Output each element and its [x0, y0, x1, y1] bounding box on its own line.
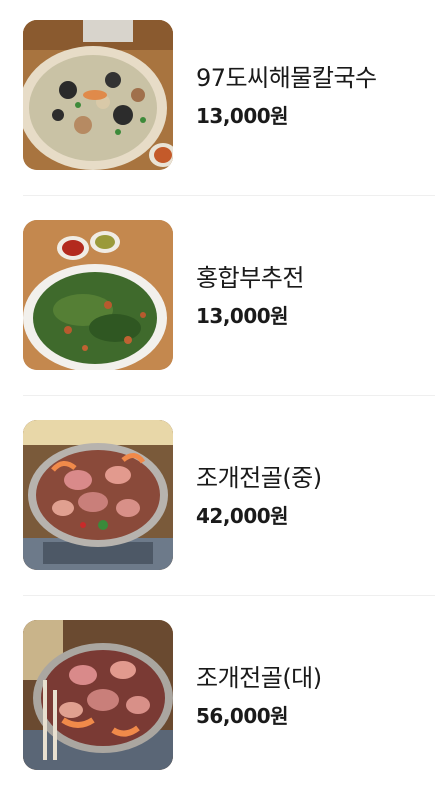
menu-item-photo[interactable] — [23, 420, 173, 570]
menu-list: 97도씨해물칼국수 13,000원 홍합부추전 13,000원 조개전골(중) … — [0, 0, 435, 781]
menu-item-photo[interactable] — [23, 620, 173, 770]
menu-item-clam-hotpot-medium[interactable]: 조개전골(중) 42,000원 — [0, 400, 435, 600]
divider — [23, 595, 435, 596]
menu-item-clam-hotpot-large[interactable]: 조개전골(대) 56,000원 — [0, 600, 435, 800]
menu-item-name: 조개전골(중) — [196, 464, 322, 492]
divider — [23, 195, 435, 196]
menu-item-name: 조개전골(대) — [196, 664, 322, 692]
menu-item-name: 97도씨해물칼국수 — [196, 64, 377, 92]
menu-item-mussel-chive-pancake[interactable]: 홍합부추전 13,000원 — [0, 200, 435, 400]
menu-item-name: 홍합부추전 — [196, 264, 304, 292]
menu-item-price: 13,000원 — [196, 304, 289, 328]
menu-item-price: 56,000원 — [196, 704, 289, 728]
menu-item-photo[interactable] — [23, 20, 173, 170]
menu-item-photo[interactable] — [23, 220, 173, 370]
menu-item-price: 42,000원 — [196, 504, 289, 528]
menu-item-seafood-kalguksu[interactable]: 97도씨해물칼국수 13,000원 — [0, 0, 435, 200]
menu-item-price: 13,000원 — [196, 104, 289, 128]
divider — [23, 395, 435, 396]
